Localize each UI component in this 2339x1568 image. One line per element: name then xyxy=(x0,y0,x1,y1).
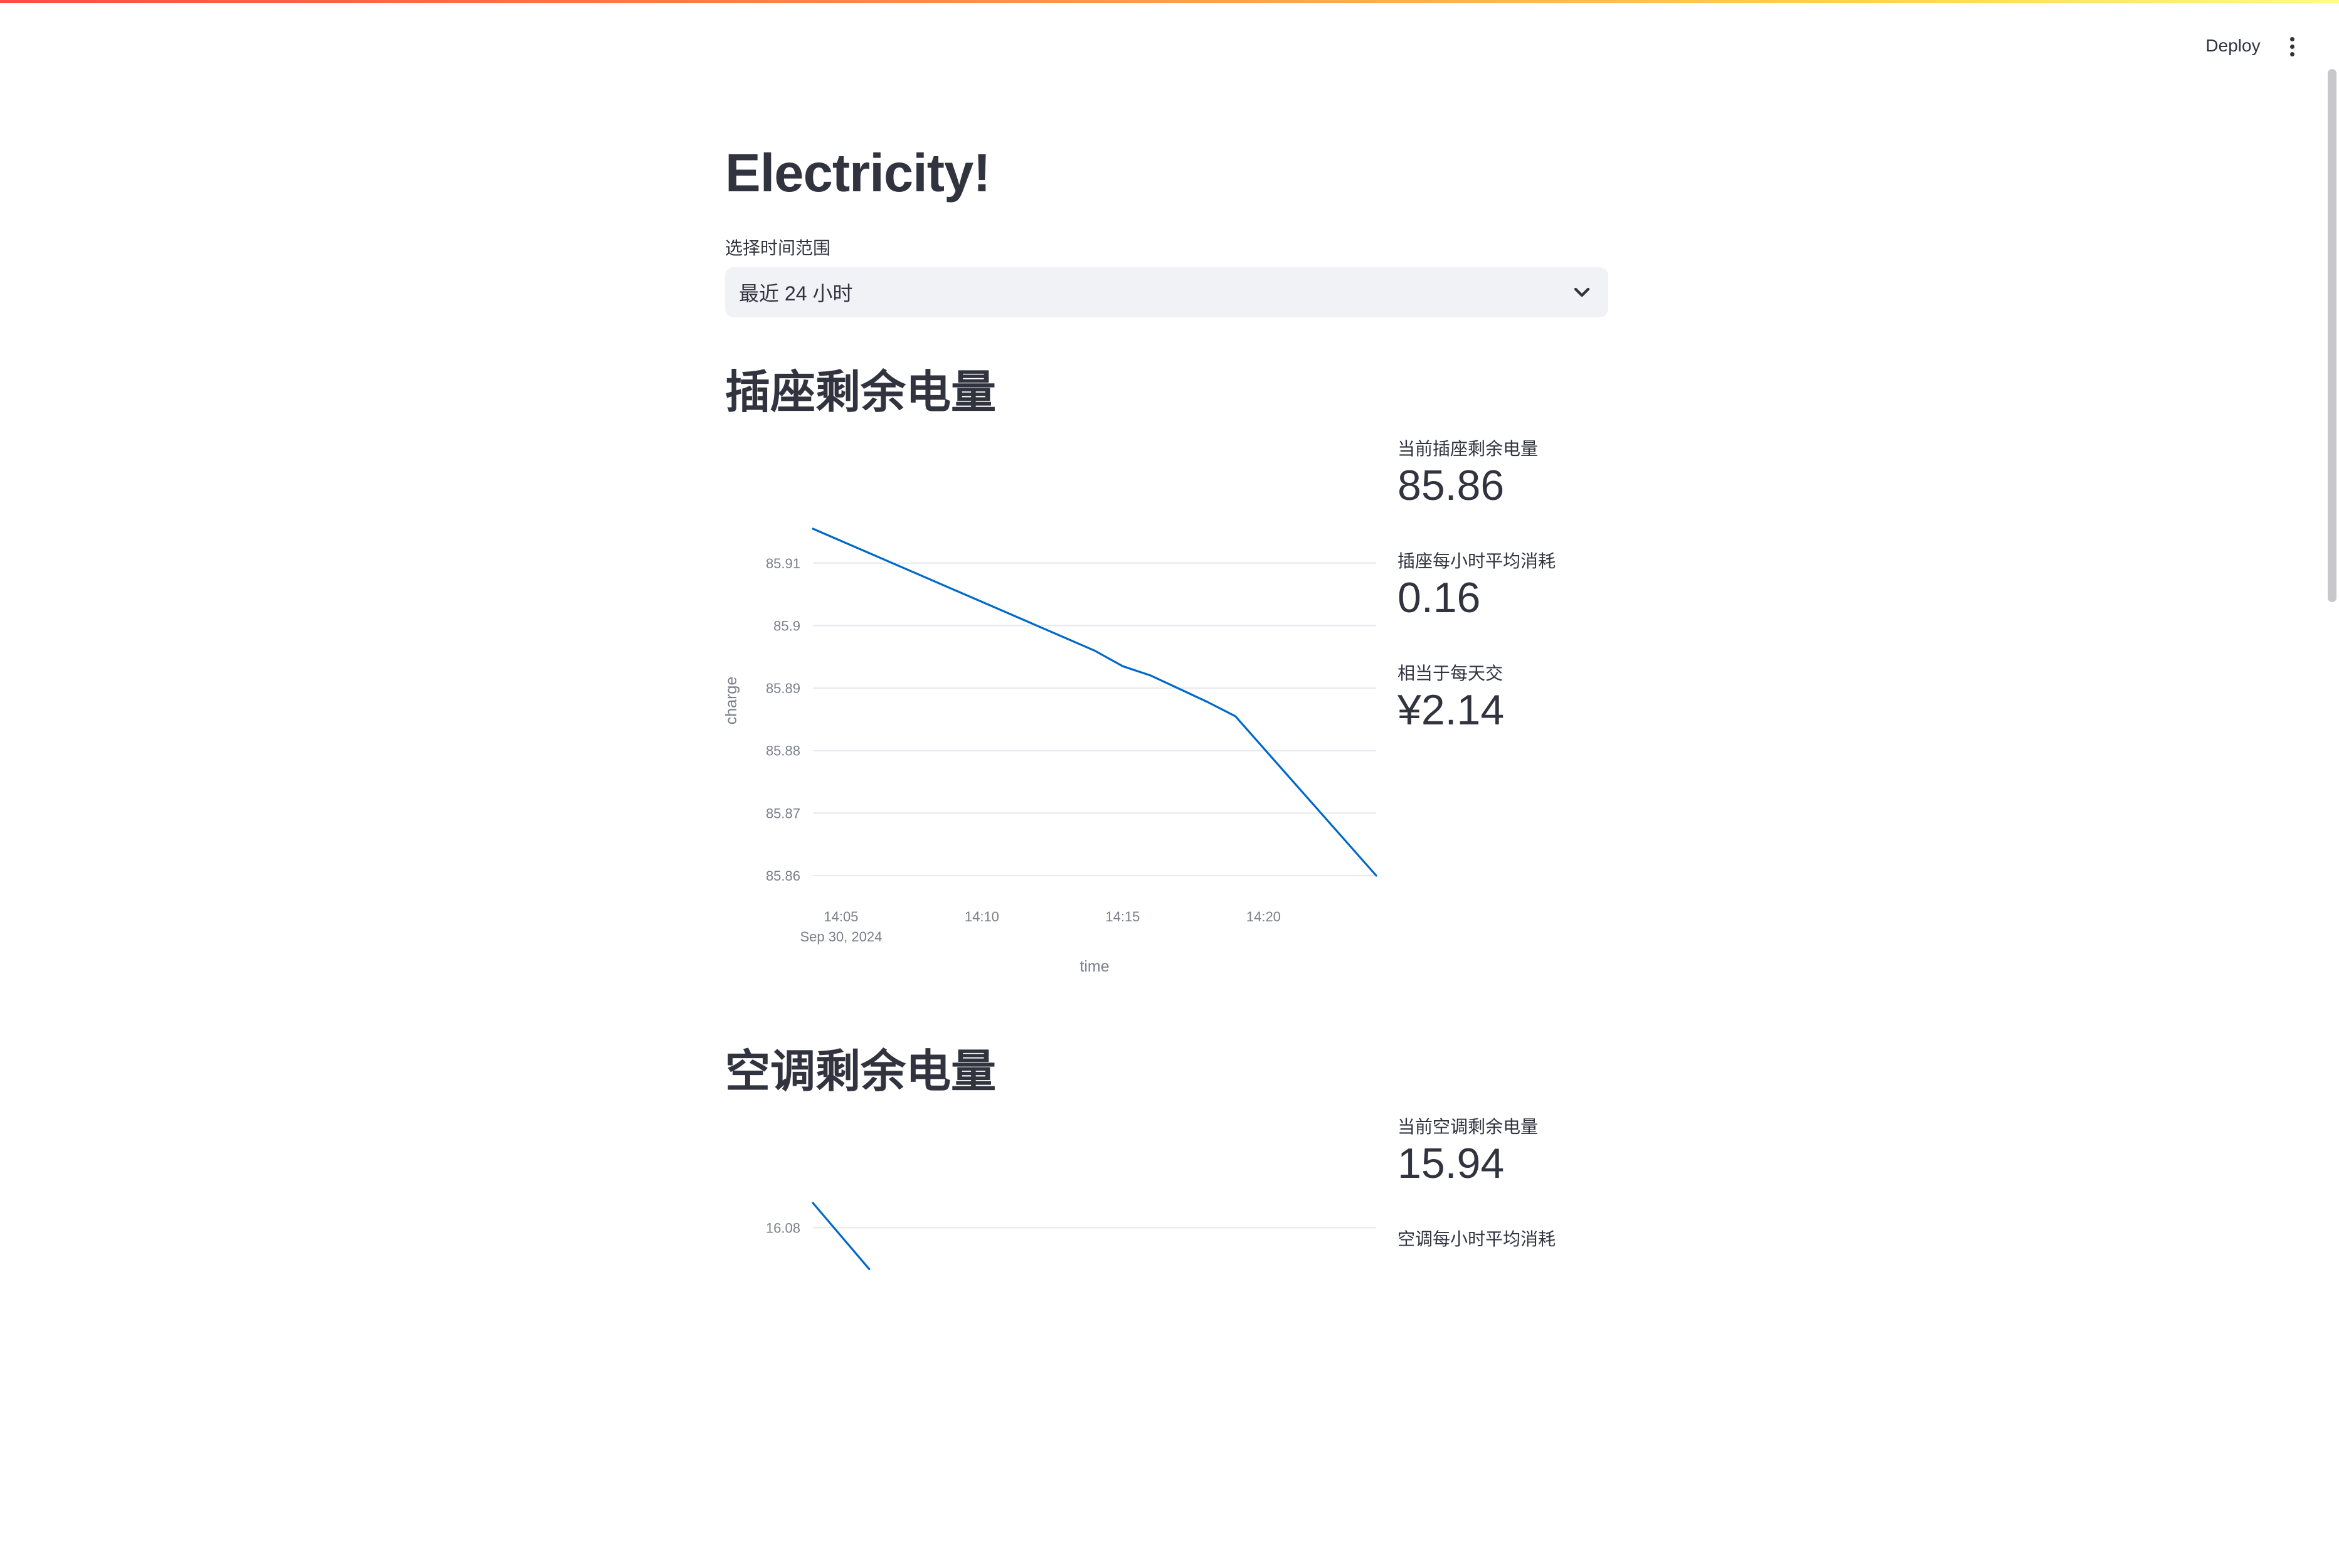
kebab-menu-icon[interactable] xyxy=(2281,33,2303,60)
metric-current-socket: 当前插座剩余电量 85.86 xyxy=(1398,435,1538,507)
metric-value: ¥2.14 xyxy=(1398,686,1505,734)
metric-daily-cost: 相当于每天交 ¥2.14 xyxy=(1398,660,1504,731)
y-tick-label: 16.08 xyxy=(766,1221,800,1236)
socket-charge-chart-svg: 85.86 85.87 85.88 85.89 85.9 85.91 14:05 14:10 1… xyxy=(723,527,1377,975)
metric-value: 0.16 xyxy=(1398,574,1481,622)
metric-label: 插座每小时平均消耗 xyxy=(1398,551,1556,571)
x-tick-label: 14:10 xyxy=(965,909,999,924)
metric-label: 当前插座剩余电量 xyxy=(1398,439,1539,458)
section-heading-ac: 空调剩余电量 xyxy=(725,1047,997,1097)
metric-value: 15.94 xyxy=(1398,1140,1505,1187)
metric-value: 85.86 xyxy=(1398,462,1505,509)
series-line xyxy=(812,1202,871,1271)
ac-charge-chart-svg: 16.08 xyxy=(766,1202,1376,1271)
y-tick-label: 85.89 xyxy=(766,681,800,696)
y-tick-label: 85.91 xyxy=(766,556,800,571)
metric-label: 相当于每天交 xyxy=(1398,664,1504,683)
time-range-value: 最近 24 小时 xyxy=(739,282,853,305)
y-tick-label: 85.9 xyxy=(773,618,800,633)
series-line xyxy=(812,527,1377,877)
plot-area xyxy=(812,527,1377,877)
y-tick-label: 85.87 xyxy=(766,805,800,821)
metric-current-ac: 当前空调剩余电量 15.94 xyxy=(1398,1113,1538,1185)
socket-charge-chart: 85.86 85.87 85.88 85.89 85.9 85.91 14:05 14:10 1… xyxy=(723,514,1390,975)
x-date-label: Sep 30, 2024 xyxy=(800,929,882,945)
y-tick-label: 85.88 xyxy=(766,743,800,759)
ac-charge-chart: 16.08 xyxy=(725,1179,1390,1568)
time-range-label: 选择时间范围 xyxy=(725,238,831,258)
section-heading-socket: 插座剩余电量 xyxy=(725,368,997,418)
page-title: Electricity! xyxy=(725,144,991,203)
metric-socket-hourly: 插座每小时平均消耗 0.16 xyxy=(1398,548,1556,619)
plot-area xyxy=(812,1202,871,1271)
y-tick-label: 85.86 xyxy=(766,868,800,884)
x-tick-label: 14:15 xyxy=(1105,909,1140,924)
metric-label: 空调每小时平均消耗 xyxy=(1398,1229,1556,1249)
x-axis-title: time xyxy=(1079,958,1109,975)
y-axis-title: charge xyxy=(723,677,740,724)
deploy-button[interactable]: Deploy xyxy=(2189,28,2277,63)
scrollbar[interactable] xyxy=(2328,69,2336,602)
chevron-down-icon xyxy=(1574,287,1590,297)
metric-label: 当前空调剩余电量 xyxy=(1398,1117,1539,1136)
time-range-select[interactable]: 最近 24 小时 xyxy=(725,267,1608,317)
metric-ac-hourly: 空调每小时平均消耗 xyxy=(1398,1226,1556,1251)
x-tick-label: 14:20 xyxy=(1246,909,1281,924)
top-decoration-bar xyxy=(0,0,2339,3)
x-tick-label: 14:05 xyxy=(824,909,858,924)
